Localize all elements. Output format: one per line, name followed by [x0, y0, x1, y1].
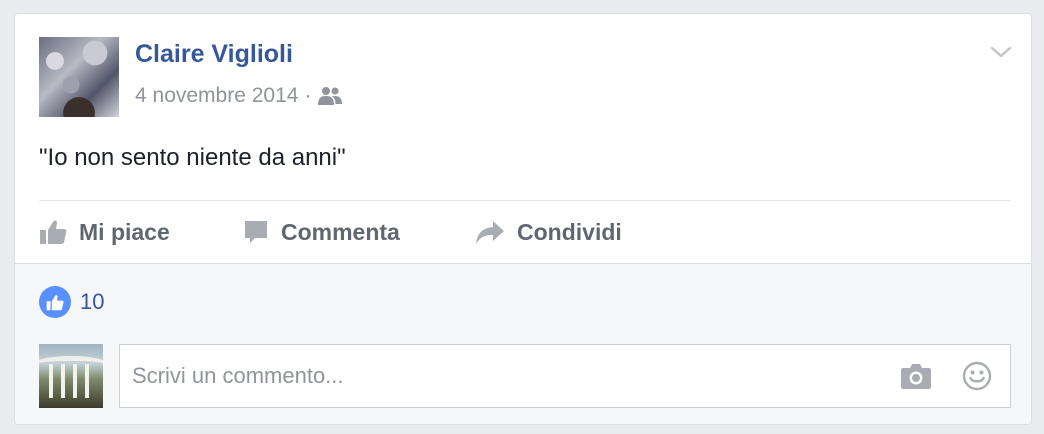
like-count: 10 [80, 289, 105, 314]
comment-button[interactable]: Commenta [243, 210, 400, 254]
comment-icon [243, 219, 281, 245]
author-avatar[interactable] [39, 37, 119, 117]
post-text: "Io non sento niente da anni" [39, 144, 346, 171]
thumbs-up-icon [39, 219, 79, 245]
current-user-avatar [39, 344, 103, 408]
post-actions: Mi piace Commenta Condividi [39, 210, 1011, 254]
comments-section: 10 Scrivi un commento... [15, 263, 1031, 424]
post-meta: 4 novembre 2014 · [135, 84, 343, 108]
divider [39, 200, 1011, 201]
emoji-icon[interactable] [962, 361, 992, 396]
comment-label: Commenta [281, 218, 400, 245]
comment-input[interactable]: Scrivi un commento... [119, 344, 1011, 408]
comment-placeholder: Scrivi un commento... [132, 363, 344, 388]
avatar-pillar [61, 364, 65, 398]
chevron-down-icon[interactable] [989, 40, 1013, 64]
like-label: Mi piace [79, 218, 170, 245]
like-button[interactable]: Mi piace [39, 210, 170, 254]
share-label: Condividi [517, 218, 622, 245]
share-button[interactable]: Condividi [475, 210, 622, 254]
post-date[interactable]: 4 novembre 2014 [135, 84, 298, 108]
like-summary[interactable]: 10 [39, 286, 104, 318]
avatar-pillar [85, 364, 89, 398]
author-name[interactable]: Claire Viglioli [135, 40, 293, 69]
avatar-pillar [49, 364, 53, 398]
camera-icon[interactable] [900, 361, 932, 396]
meta-separator: · [304, 84, 312, 107]
avatar-pillar [73, 364, 77, 398]
like-badge-icon [39, 286, 71, 318]
post-card: Claire Viglioli 4 novembre 2014 · "Io no… [14, 13, 1032, 425]
friends-icon[interactable] [317, 86, 343, 106]
share-arrow-icon [475, 219, 517, 245]
